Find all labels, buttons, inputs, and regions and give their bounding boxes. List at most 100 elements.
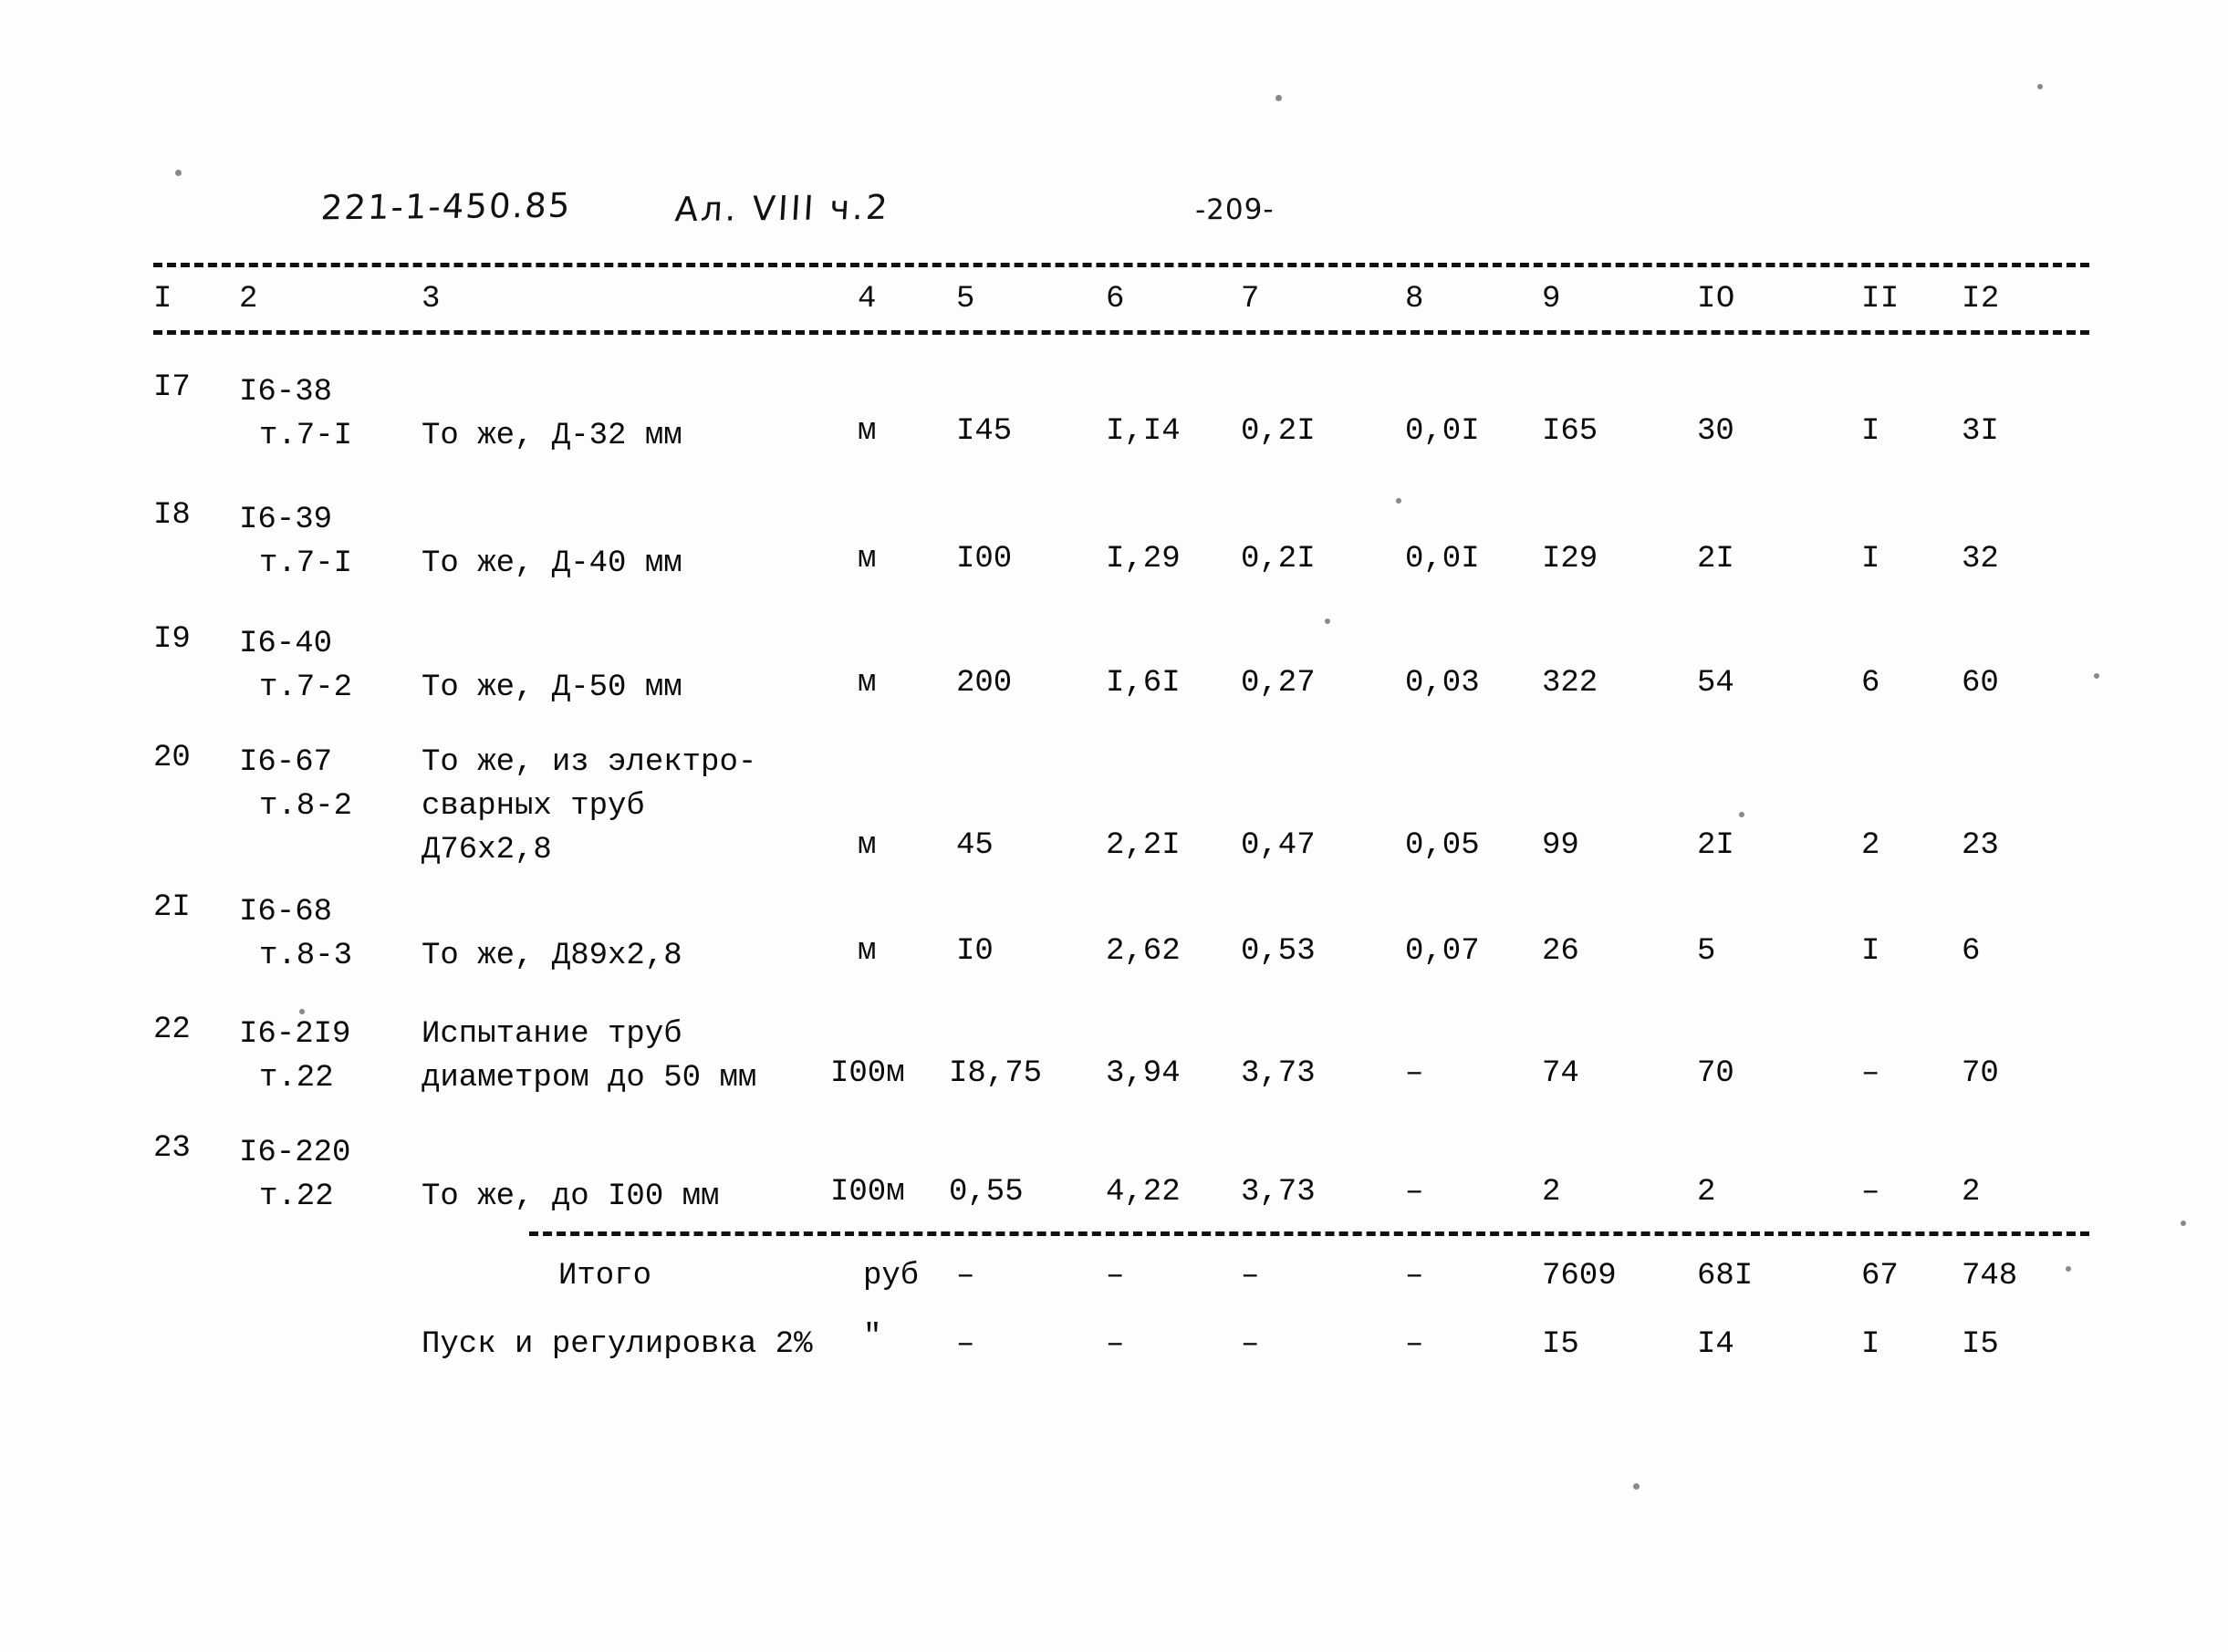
row-unit: м [858,414,877,449]
totals-value-12: 748 [1962,1259,2018,1294]
row-value-11: 6 [1861,666,1880,701]
row-value-12: 6 [1962,934,1981,969]
row-value-8: – [1405,1175,1424,1210]
row-number: 22 [153,1013,191,1047]
scan-speck [1325,618,1330,624]
column-header-10: IO [1697,282,1735,317]
row-value-11: I [1861,414,1880,449]
row-code: I6-2I9 т.22 [239,1013,350,1100]
row-value-7: 0,53 [1241,934,1316,969]
totals-value-9: 7609 [1542,1259,1617,1294]
totals-value-5: – [956,1327,975,1362]
row-value-10: 30 [1697,414,1734,449]
row-value-7: 0,2I [1241,542,1316,577]
row-value-10: 5 [1697,934,1716,969]
totals-value-11: I [1861,1327,1880,1362]
row-code-line1: I6-67 [239,745,333,780]
row-value-12: 3I [1962,414,1999,449]
totals-value-8: – [1405,1259,1424,1294]
scan-speck [2181,1221,2186,1226]
row-value-7: 0,27 [1241,666,1316,701]
row-value-6: I,I4 [1106,414,1181,449]
totals-label: Итого [558,1259,652,1294]
column-header-6: 6 [1106,282,1125,317]
row-unit: I00м [830,1175,905,1210]
row-value-6: 4,22 [1106,1175,1181,1210]
row-value-8: 0,0I [1405,414,1480,449]
row-value-7: 3,73 [1241,1056,1316,1091]
totals-value-6: – [1106,1259,1125,1294]
row-code-line2: т.8-3 [259,939,353,973]
totals-value-6: – [1106,1327,1125,1362]
row-description: То же, до I00 мм [422,1179,720,1214]
row-code-line2: т.7-I [259,419,353,453]
row-code-line1: I6-2I9 [239,1017,351,1052]
totals-value-5: – [956,1259,975,1294]
column-header-8: 8 [1405,282,1424,317]
row-value-11: 2 [1861,828,1880,863]
row-quantity: I0 [956,934,994,969]
column-header-5: 5 [956,282,975,317]
table-top-rule [153,263,2089,267]
row-quantity: I45 [956,414,1013,449]
row-value-8: – [1405,1056,1424,1091]
handwritten-project-code: 221-1-450.85 [319,185,573,228]
row-value-9: 322 [1542,666,1598,701]
scan-speck [1396,498,1401,504]
row-value-12: 2 [1962,1175,1981,1210]
row-value-12: 60 [1962,666,1999,701]
scan-speck [1275,95,1282,101]
row-value-9: 74 [1542,1056,1579,1091]
column-header-3: 3 [422,282,441,317]
totals-value-8: – [1405,1327,1424,1362]
row-description: То же, из электро- сварных труб Д76х2,8 [422,745,757,868]
row-value-6: I,6I [1106,666,1181,701]
row-code-line2: т.7-2 [259,670,353,705]
row-code: I6-38 т.7-I [239,370,352,458]
scan-speck [2094,673,2099,679]
row-value-8: 0,03 [1405,666,1480,701]
row-code-line1: I6-220 [239,1136,351,1170]
row-value-9: 2 [1542,1175,1561,1210]
row-value-7: 3,73 [1241,1175,1316,1210]
row-code-line1: I6-68 [239,895,333,930]
row-code-line2: т.22 [259,1179,334,1214]
row-number: I8 [153,498,191,533]
row-number: 20 [153,741,191,775]
row-value-9: 26 [1542,934,1579,969]
row-unit: м [858,542,877,577]
scanned-page: 221-1-450.85 Ал. VIII ч.2 -209- I 2 3 4 … [0,0,2228,1652]
row-value-7: 0,47 [1241,828,1316,863]
totals-value-9: I5 [1542,1327,1579,1362]
row-quantity: 0,55 [949,1175,1024,1210]
row-code-line1: I6-39 [239,503,333,537]
row-code-line2: т.22 [259,1061,334,1096]
row-description: То же, Д-40 мм [422,546,682,581]
totals-unit: " [863,1320,882,1355]
row-value-6: 2,2I [1106,828,1181,863]
row-code: I6-40 т.7-2 [239,622,352,710]
totals-value-12: I5 [1962,1327,1999,1362]
row-value-12: 32 [1962,542,1999,577]
row-unit: м [858,934,877,969]
scan-speck [1633,1483,1640,1490]
row-code: I6-67 т.8-2 [239,741,352,828]
scan-speck [1739,812,1744,817]
row-description: Испытание труб диаметром до 50 мм [422,1017,757,1096]
column-header-12: I2 [1962,282,2000,317]
handwritten-album-reference: Ал. VIII ч.2 [673,187,891,230]
row-unit: м [858,828,877,863]
row-value-9: 99 [1542,828,1579,863]
row-quantity: 200 [956,666,1013,701]
row-value-11: – [1861,1175,1880,1210]
row-unit: I00м [830,1056,905,1091]
totals-value-7: – [1241,1327,1260,1362]
totals-label: Пуск и регулировка 2% [422,1327,813,1362]
row-number: 23 [153,1131,191,1166]
row-description: То же, Д-32 мм [422,419,682,453]
row-quantity: I8,75 [949,1056,1043,1091]
row-value-8: 0,07 [1405,934,1480,969]
column-header-2: 2 [239,282,258,317]
totals-unit: руб [863,1259,920,1294]
totals-value-10: I4 [1697,1327,1734,1362]
